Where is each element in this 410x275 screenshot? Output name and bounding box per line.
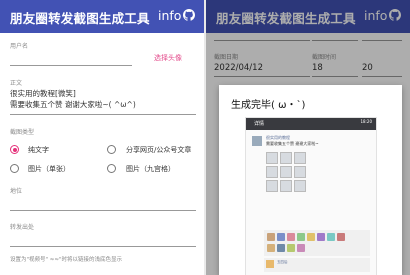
result-panel: 朋友圈转发截图生成工具 info 截图日期 截图时间 2022/04/12 18… <box>206 0 410 275</box>
shot-header: 详情 <box>254 121 265 127</box>
content-underline <box>10 114 196 115</box>
radio-single-image-label: 图片（单张） <box>28 165 70 173</box>
location-label: 地位 <box>10 188 23 195</box>
shot-comment-name: 五四后 <box>277 260 288 264</box>
radio-share-link-label: 分享网页/公众号文章 <box>126 146 192 154</box>
shot-avatar <box>252 136 262 146</box>
source-input[interactable] <box>10 246 196 247</box>
github-icon[interactable] <box>183 9 195 21</box>
info-link[interactable]: info <box>158 8 181 23</box>
shot-header-bar: 详情 18:20 <box>246 118 376 130</box>
generated-screenshot[interactable]: 详情 18:20 很实用的教程 需要收集五个赞 谢谢大家啦~ 五四后 <box>245 117 377 275</box>
content-line-1[interactable]: 很实用的教程[微笑] <box>10 88 76 99</box>
app-bar: 朋友圈转发截图生成工具 info <box>0 0 204 33</box>
radio-text-only-label: 纯文字 <box>28 146 49 154</box>
radio-share-link[interactable] <box>107 145 116 154</box>
location-input[interactable] <box>10 210 196 211</box>
shot-line-1: 需要收集五个赞 谢谢大家啦~ <box>266 141 319 146</box>
type-label: 截图类型 <box>10 129 35 136</box>
content-label: 正文 <box>10 80 23 87</box>
form-panel: 朋友圈转发截图生成工具 info 用户名 选择头像 正文 很实用的教程[微笑] … <box>0 0 204 275</box>
dialog-title: 生成完毕( ω・`) <box>231 100 306 111</box>
pick-avatar-button[interactable]: 选择头像 <box>154 53 182 63</box>
username-input[interactable] <box>10 65 132 66</box>
source-label: 转发出处 <box>10 224 35 231</box>
radio-nine-grid[interactable] <box>107 164 116 173</box>
shot-comment: 五四后 <box>264 258 370 272</box>
content-line-2[interactable]: 需要收集五个赞 谢谢大家啦~( ^ω^) <box>10 99 136 110</box>
source-hint: 设置为"视频号" ≈≈"时将以链接的浅底色显示 <box>10 257 123 263</box>
radio-text-only[interactable] <box>10 145 19 154</box>
username-label: 用户名 <box>10 43 29 50</box>
shot-likes <box>264 230 370 256</box>
app-title: 朋友圈转发截图生成工具 <box>10 11 150 26</box>
radio-nine-grid-label: 图片（九宫格） <box>126 165 175 173</box>
radio-single-image[interactable] <box>10 164 19 173</box>
shot-time: 18:20 <box>360 119 372 124</box>
result-dialog: 生成完毕( ω・`) 详情 18:20 很实用的教程 需要收集五个赞 谢谢大家啦… <box>219 85 402 275</box>
